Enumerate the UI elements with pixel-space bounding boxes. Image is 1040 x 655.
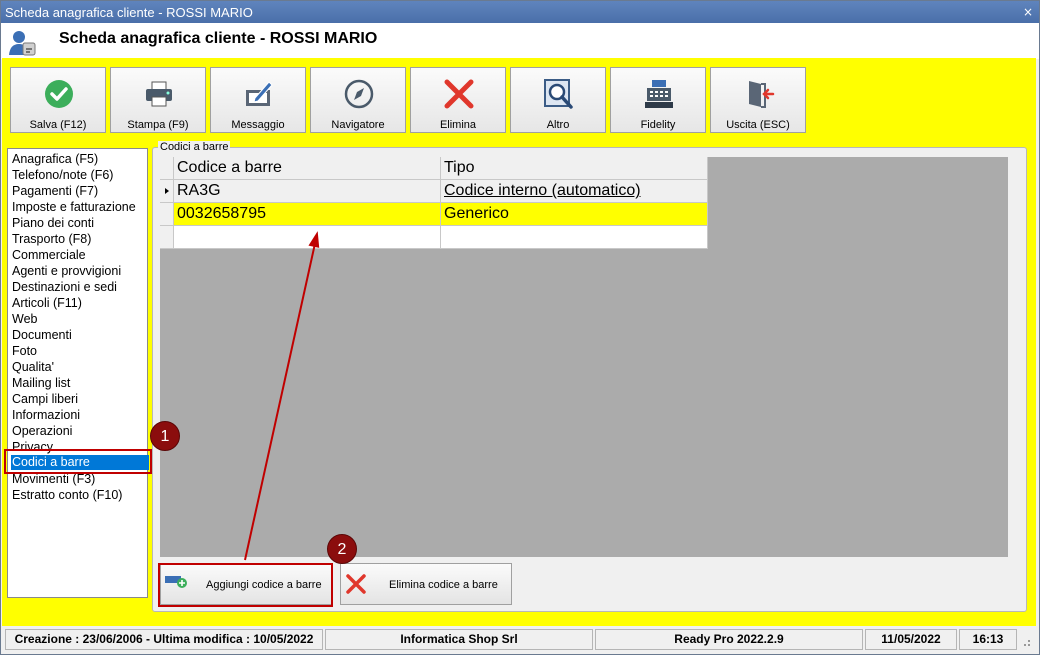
status-date: 11/05/2022 (865, 629, 957, 650)
status-bar: Creazione : 23/06/2006 - Ultima modifica… (2, 628, 1036, 652)
resize-grip-icon[interactable] (1020, 636, 1032, 648)
status-time: 16:13 (959, 629, 1017, 650)
step-badge-2: 2 (327, 534, 357, 564)
status-company: Informatica Shop Srl (325, 629, 593, 650)
annotation-arrow (244, 231, 320, 561)
status-created: Creazione : 23/06/2006 - Ultima modifica… (5, 629, 323, 650)
step-badge-1: 1 (150, 421, 180, 451)
status-version: Ready Pro 2022.2.9 (595, 629, 863, 650)
